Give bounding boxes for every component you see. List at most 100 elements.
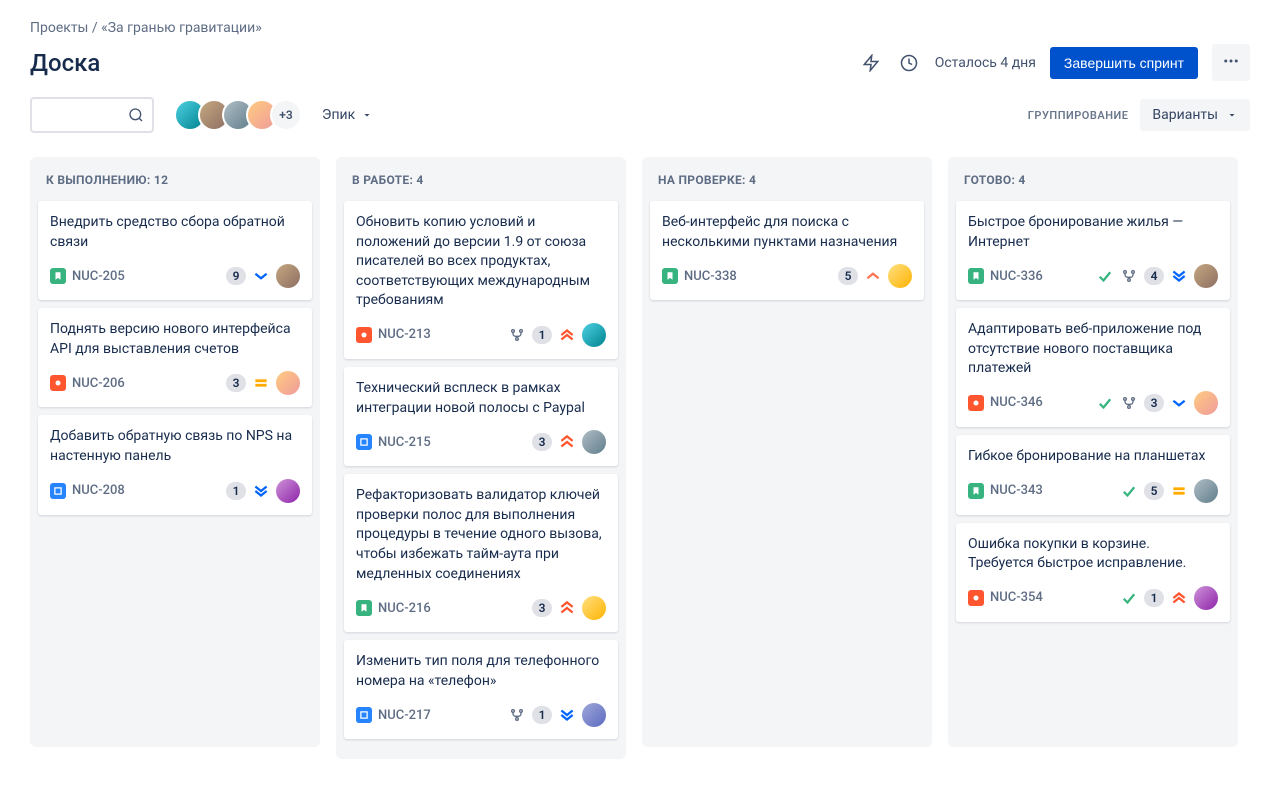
card-title: Добавить обратную связь по NPS на настен… — [50, 427, 300, 466]
epic-filter[interactable]: Эпик — [322, 107, 373, 123]
branch-icon — [508, 706, 526, 724]
branch-icon — [1120, 267, 1138, 285]
more-actions-button[interactable] — [1212, 44, 1250, 81]
story-icon — [50, 268, 66, 284]
priority-high-icon — [558, 599, 576, 617]
clock-icon[interactable] — [897, 51, 921, 75]
card-title: Рефакторизовать валидатор ключей проверк… — [356, 486, 606, 584]
bug-icon — [968, 395, 984, 411]
assignee-avatar[interactable] — [1194, 586, 1218, 610]
story-icon — [662, 268, 678, 284]
issue-card[interactable]: Внедрить средство сбора обратной связи N… — [38, 201, 312, 300]
issue-key: NUC-208 — [72, 483, 125, 498]
board-column: В РАБОТЕ: 4 Обновить копию условий и поло… — [336, 157, 626, 759]
column-header: НА ПРОВЕРКЕ: 4 — [658, 173, 916, 187]
card-title: Технический всплеск в рамках интеграции … — [356, 379, 606, 418]
story-icon — [968, 268, 984, 284]
priority-high-icon — [864, 267, 882, 285]
check-icon — [1120, 482, 1138, 500]
task-icon — [356, 434, 372, 450]
card-title: Адаптировать веб-приложение под отсутств… — [968, 320, 1218, 379]
column-header: В РАБОТЕ: 4 — [352, 173, 610, 187]
assignee-filter[interactable]: +3 — [174, 99, 302, 131]
assignee-avatar[interactable] — [1194, 479, 1218, 503]
branch-icon — [1120, 394, 1138, 412]
avatar-more[interactable]: +3 — [270, 99, 302, 131]
breadcrumb[interactable]: Проекты / «За гранью гравитации» — [30, 20, 1250, 36]
check-icon — [1096, 394, 1114, 412]
assignee-avatar[interactable] — [888, 264, 912, 288]
days-remaining: Осталось 4 дня — [935, 55, 1036, 71]
story-points-badge: 1 — [226, 482, 246, 500]
card-title: Обновить копию условий и положений до ве… — [356, 213, 606, 311]
story-icon — [356, 600, 372, 616]
issue-key: NUC-213 — [378, 327, 431, 342]
assignee-avatar[interactable] — [582, 703, 606, 727]
assignee-avatar[interactable] — [582, 430, 606, 454]
assignee-avatar[interactable] — [276, 479, 300, 503]
card-title: Быстрое бронирование жилья — Интернет — [968, 213, 1218, 252]
issue-card[interactable]: Добавить обратную связь по NPS на настен… — [38, 415, 312, 514]
card-title: Ошибка покупки в корзине. Требуется быст… — [968, 535, 1218, 574]
story-points-badge: 3 — [1144, 394, 1164, 412]
issue-card[interactable]: Быстрое бронирование жилья — Интернет NU… — [956, 201, 1230, 300]
assignee-avatar[interactable] — [276, 264, 300, 288]
assignee-avatar[interactable] — [582, 323, 606, 347]
issue-key: NUC-217 — [378, 708, 431, 723]
priority-medium-icon — [1170, 482, 1188, 500]
issue-card[interactable]: Обновить копию условий и положений до ве… — [344, 201, 618, 359]
issue-card[interactable]: Изменить тип поля для телефонного номера… — [344, 640, 618, 739]
issue-card[interactable]: Технический всплеск в рамках интеграции … — [344, 367, 618, 466]
issue-key: NUC-206 — [72, 376, 125, 391]
story-points-badge: 3 — [226, 374, 246, 392]
automation-icon[interactable] — [859, 51, 883, 75]
priority-high-icon — [558, 433, 576, 451]
priority-lowest-icon — [1170, 267, 1188, 285]
story-points-badge: 1 — [1144, 589, 1164, 607]
search-icon — [128, 107, 144, 123]
board-column: ГОТОВО: 4 Быстрое бронирование жилья — Ин… — [948, 157, 1238, 747]
task-icon — [50, 483, 66, 499]
issue-card[interactable]: Гибкое бронирование на планшетах NUC-343… — [956, 435, 1230, 515]
issue-card[interactable]: Ошибка покупки в корзине. Требуется быст… — [956, 523, 1230, 622]
bug-icon — [50, 375, 66, 391]
column-header: ГОТОВО: 4 — [964, 173, 1222, 187]
column-header: К ВЫПОЛНЕНИЮ: 12 — [46, 173, 304, 187]
priority-medium-icon — [252, 374, 270, 392]
issue-key: NUC-215 — [378, 435, 431, 450]
issue-key: NUC-338 — [684, 269, 737, 284]
issue-key: NUC-205 — [72, 269, 125, 284]
assignee-avatar[interactable] — [1194, 264, 1218, 288]
issue-key: NUC-354 — [990, 590, 1043, 605]
assignee-avatar[interactable] — [1194, 391, 1218, 415]
task-icon — [356, 707, 372, 723]
group-select[interactable]: Варианты — [1140, 99, 1250, 131]
issue-card[interactable]: Рефакторизовать валидатор ключей проверк… — [344, 474, 618, 632]
card-title: Изменить тип поля для телефонного номера… — [356, 652, 606, 691]
page-title: Доска — [30, 49, 100, 77]
board-column: НА ПРОВЕРКЕ: 4 Веб-интерфейс для поиска с… — [642, 157, 932, 747]
search-input[interactable] — [30, 97, 154, 133]
assignee-avatar[interactable] — [276, 371, 300, 395]
priority-low-icon — [252, 267, 270, 285]
issue-key: NUC-343 — [990, 483, 1043, 498]
issue-key: NUC-346 — [990, 395, 1043, 410]
chevron-down-icon — [361, 109, 373, 121]
story-points-badge: 1 — [532, 706, 552, 724]
chevron-down-icon — [1226, 109, 1238, 121]
issue-key: NUC-216 — [378, 601, 431, 616]
story-points-badge: 5 — [1144, 482, 1164, 500]
check-icon — [1120, 589, 1138, 607]
assignee-avatar[interactable] — [582, 596, 606, 620]
story-icon — [968, 483, 984, 499]
complete-sprint-button[interactable]: Завершить спринт — [1050, 47, 1198, 79]
issue-card[interactable]: Адаптировать веб-приложение под отсутств… — [956, 308, 1230, 427]
priority-lowest-icon — [558, 706, 576, 724]
kanban-board: К ВЫПОЛНЕНИЮ: 12 Внедрить средство сбора … — [30, 157, 1250, 759]
story-points-badge: 5 — [838, 267, 858, 285]
bug-icon — [356, 327, 372, 343]
story-points-badge: 4 — [1144, 267, 1164, 285]
priority-highest-icon — [558, 326, 576, 344]
issue-card[interactable]: Поднять версию нового интерфейса API для… — [38, 308, 312, 407]
issue-card[interactable]: Веб-интерфейс для поиска с несколькими п… — [650, 201, 924, 300]
